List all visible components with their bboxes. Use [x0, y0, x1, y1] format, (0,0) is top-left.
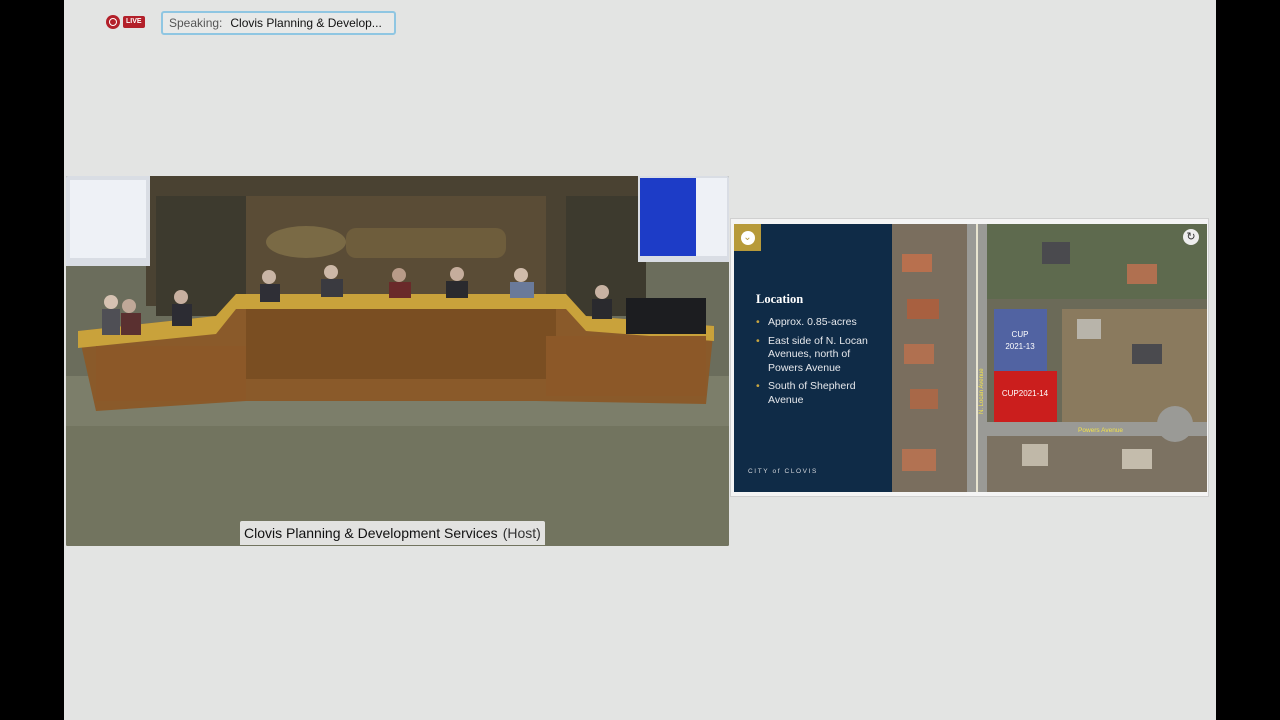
shared-screen[interactable]: ⌄ Location Approx. 0.85-acres East side … [730, 218, 1209, 497]
slide-text-panel: ⌄ Location Approx. 0.85-acres East side … [734, 224, 891, 492]
video-tile[interactable]: Clovis Planning & Development Services (H… [66, 176, 729, 546]
street-locan-label: N. Locan Avenue [979, 368, 985, 414]
participant-name-label: Clovis Planning & Development Services (H… [240, 521, 545, 545]
bullet-item: East side of N. Locan Avenues, north of … [756, 335, 886, 376]
council-chamber-video [66, 176, 729, 546]
city-logo: CITY of CLOVIS [748, 468, 818, 475]
refresh-icon[interactable]: ↻ [1183, 229, 1199, 245]
street-powers-label: Powers Avenue [1078, 427, 1123, 434]
bullet-item: South of Shepherd Avenue [756, 380, 886, 407]
speaking-label: Speaking: [169, 16, 223, 30]
record-icon[interactable] [106, 15, 120, 29]
slide-title: Location [756, 292, 804, 306]
chevron-down-icon[interactable]: ⌄ [734, 224, 761, 251]
parcel-a-line1: CUP [1012, 330, 1029, 339]
presentation-slide: ⌄ Location Approx. 0.85-acres East side … [734, 224, 1207, 492]
meeting-window: LIVE Speaking: Clovis Planning & Develop.… [64, 0, 1216, 720]
parcel-a-line2: 2021-13 [1005, 342, 1035, 351]
slide-bullets: Approx. 0.85-acres East side of N. Locan… [756, 316, 886, 412]
aerial-map: CUP 2021-13 CUP2021-14 Powers Avenue N. … [892, 224, 1207, 492]
speaking-name: Clovis Planning & Develop... [230, 16, 382, 30]
speaking-indicator[interactable]: Speaking: Clovis Planning & Develop... [161, 11, 396, 35]
bullet-item: Approx. 0.85-acres [756, 316, 886, 330]
participant-role: (Host) [502, 525, 541, 541]
parcel-b-label: CUP2021-14 [1002, 389, 1049, 398]
live-badge: LIVE [123, 16, 145, 28]
participant-name: Clovis Planning & Development Services [244, 525, 498, 541]
